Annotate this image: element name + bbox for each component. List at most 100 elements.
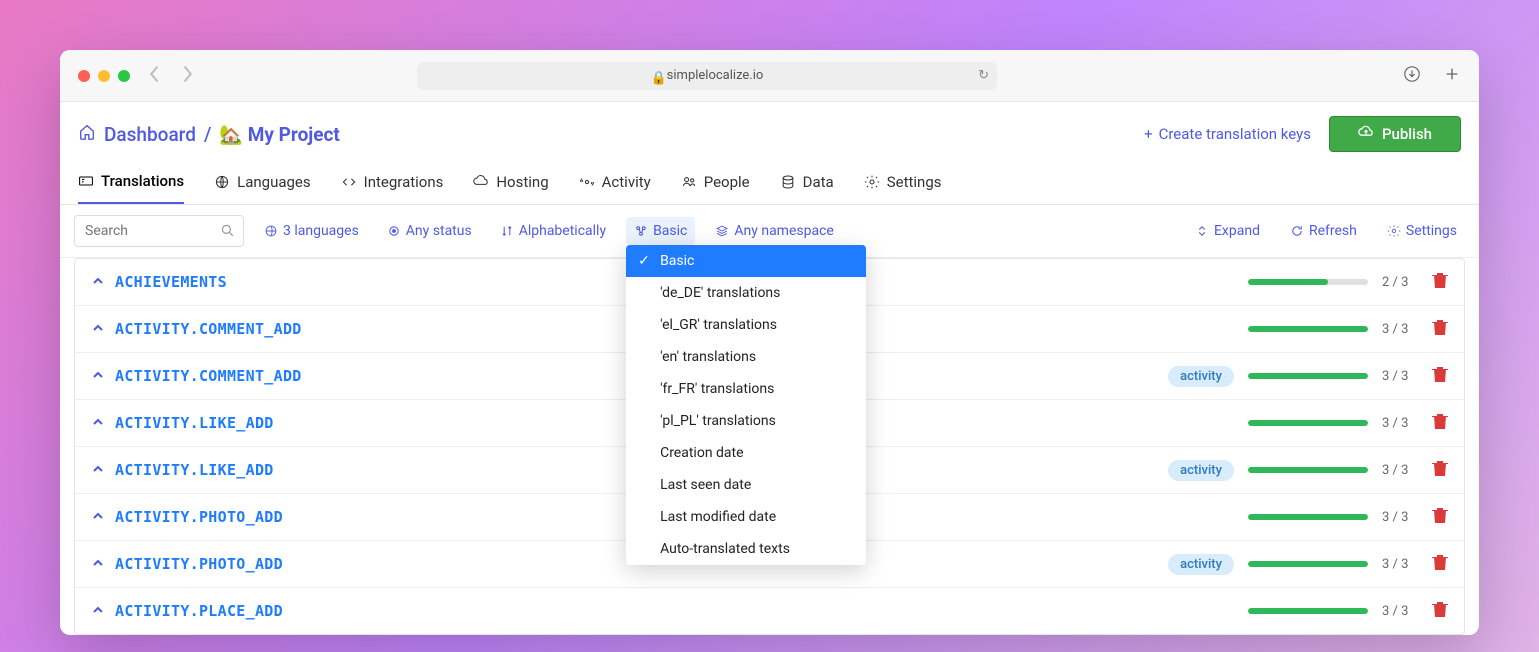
key-name: ACTIVITY.PHOTO_ADD (115, 508, 283, 526)
filter-languages[interactable]: 3 languages (256, 217, 367, 245)
progress-bar (1248, 514, 1368, 520)
progress-bar (1248, 608, 1368, 614)
breadcrumb-dashboard[interactable]: Dashboard (104, 123, 196, 146)
dropdown-item[interactable]: Last seen date (626, 469, 866, 501)
breadcrumb: Dashboard / 🏡 My Project (78, 123, 340, 146)
progress-count: 3 / 3 (1382, 416, 1418, 431)
filter-namespace[interactable]: Any namespace (707, 217, 841, 245)
tab-translations[interactable]: Translations (78, 162, 184, 204)
filter-label: 3 languages (283, 223, 359, 239)
tab-data[interactable]: Data (780, 162, 834, 204)
forward-button[interactable] (180, 64, 194, 88)
progress-bar (1248, 467, 1368, 473)
page-header: Dashboard / 🏡 My Project + Create transl… (60, 102, 1479, 162)
dropdown-item[interactable]: Basic (626, 245, 866, 277)
chevron-up-icon (91, 414, 105, 433)
progress-count: 3 / 3 (1382, 604, 1418, 619)
new-tab-icon[interactable] (1443, 65, 1461, 87)
chevron-up-icon (91, 555, 105, 574)
key-name: ACHIEVEMENTS (115, 273, 227, 291)
delete-button[interactable] (1432, 553, 1448, 575)
key-name: ACTIVITY.COMMENT_ADD (115, 320, 302, 338)
search-input[interactable] (74, 215, 244, 247)
key-name: ACTIVITY.LIKE_ADD (115, 414, 274, 432)
dropdown-item[interactable]: 'de_DE' translations (626, 277, 866, 309)
search-icon (220, 223, 236, 239)
namespace-badge: activity (1168, 460, 1234, 481)
progress-count: 2 / 3 (1382, 275, 1418, 290)
tab-label: Integrations (364, 173, 444, 191)
reload-icon[interactable]: ↻ (978, 68, 989, 83)
tab-label: Data (803, 173, 834, 191)
dropdown-item[interactable]: Last modified date (626, 501, 866, 533)
namespace-badge: activity (1168, 554, 1234, 575)
downloads-icon[interactable] (1403, 65, 1421, 87)
tab-label: Translations (101, 172, 184, 190)
publish-button[interactable]: Publish (1329, 116, 1461, 152)
filter-label: Refresh (1309, 223, 1357, 239)
filter-sort[interactable]: Alphabetically (492, 217, 614, 245)
delete-button[interactable] (1432, 506, 1448, 528)
plus-icon: + (1144, 125, 1153, 143)
back-button[interactable] (148, 64, 162, 88)
filter-label: Settings (1406, 223, 1457, 239)
delete-button[interactable] (1432, 600, 1448, 622)
dropdown-item[interactable]: Creation date (626, 437, 866, 469)
dropdown-item[interactable]: 'fr_FR' translations (626, 373, 866, 405)
minimize-window[interactable] (98, 70, 110, 82)
delete-button[interactable] (1432, 365, 1448, 387)
nav-arrows (148, 64, 194, 88)
chevron-up-icon (91, 367, 105, 386)
tab-label: Languages (237, 173, 311, 191)
progress-bar (1248, 420, 1368, 426)
progress-count: 3 / 3 (1382, 322, 1418, 337)
tab-integrations[interactable]: Integrations (341, 162, 444, 204)
namespace-badge: activity (1168, 366, 1234, 387)
traffic-lights (78, 70, 130, 82)
maximize-window[interactable] (118, 70, 130, 82)
filter-view[interactable]: Basic (626, 217, 695, 245)
progress-bar (1248, 326, 1368, 332)
progress-bar (1248, 279, 1368, 285)
tab-activity[interactable]: Activity (579, 162, 651, 204)
filter-label: Basic (653, 223, 687, 239)
filter-status[interactable]: Any status (379, 217, 480, 245)
refresh-button[interactable]: Refresh (1282, 217, 1365, 245)
tab-label: Activity (602, 173, 651, 191)
chevron-up-icon (91, 602, 105, 621)
url-bar[interactable]: 🔒 simplelocalize.io ↻ (417, 62, 997, 90)
tab-hosting[interactable]: Hosting (473, 162, 548, 204)
home-icon[interactable] (78, 123, 96, 146)
search-box (74, 215, 244, 247)
key-row[interactable]: ACTIVITY.PLACE_ADD 3 / 3 (75, 588, 1464, 634)
url-text: simplelocalize.io (667, 68, 764, 83)
progress-count: 3 / 3 (1382, 557, 1418, 572)
create-keys-button[interactable]: + Create translation keys (1144, 125, 1311, 143)
delete-button[interactable] (1432, 459, 1448, 481)
delete-button[interactable] (1432, 271, 1448, 293)
tab-people[interactable]: People (681, 162, 750, 204)
browser-window: 🔒 simplelocalize.io ↻ Dashboard / 🏡 My P… (60, 50, 1479, 635)
close-window[interactable] (78, 70, 90, 82)
publish-label: Publish (1382, 125, 1432, 143)
dropdown-item[interactable]: 'pl_PL' translations (626, 405, 866, 437)
filter-bar: 3 languages Any status Alphabetically Ba… (60, 205, 1479, 258)
tab-settings[interactable]: Settings (864, 162, 942, 204)
chevron-up-icon (91, 461, 105, 480)
chevron-up-icon (91, 273, 105, 292)
expand-button[interactable]: Expand (1187, 217, 1268, 245)
delete-button[interactable] (1432, 318, 1448, 340)
breadcrumb-separator: / (204, 123, 211, 146)
delete-button[interactable] (1432, 412, 1448, 434)
dropdown-item[interactable]: 'en' translations (626, 341, 866, 373)
key-name: ACTIVITY.COMMENT_ADD (115, 367, 302, 385)
dropdown-item[interactable]: Auto-translated texts (626, 533, 866, 565)
key-name: ACTIVITY.PLACE_ADD (115, 602, 283, 620)
settings-button[interactable]: Settings (1379, 217, 1465, 245)
tab-languages[interactable]: Languages (214, 162, 311, 204)
breadcrumb-project[interactable]: 🏡 My Project (219, 123, 339, 146)
dropdown-item[interactable]: 'el_GR' translations (626, 309, 866, 341)
key-name: ACTIVITY.LIKE_ADD (115, 461, 274, 479)
progress-count: 3 / 3 (1382, 510, 1418, 525)
progress-bar (1248, 373, 1368, 379)
